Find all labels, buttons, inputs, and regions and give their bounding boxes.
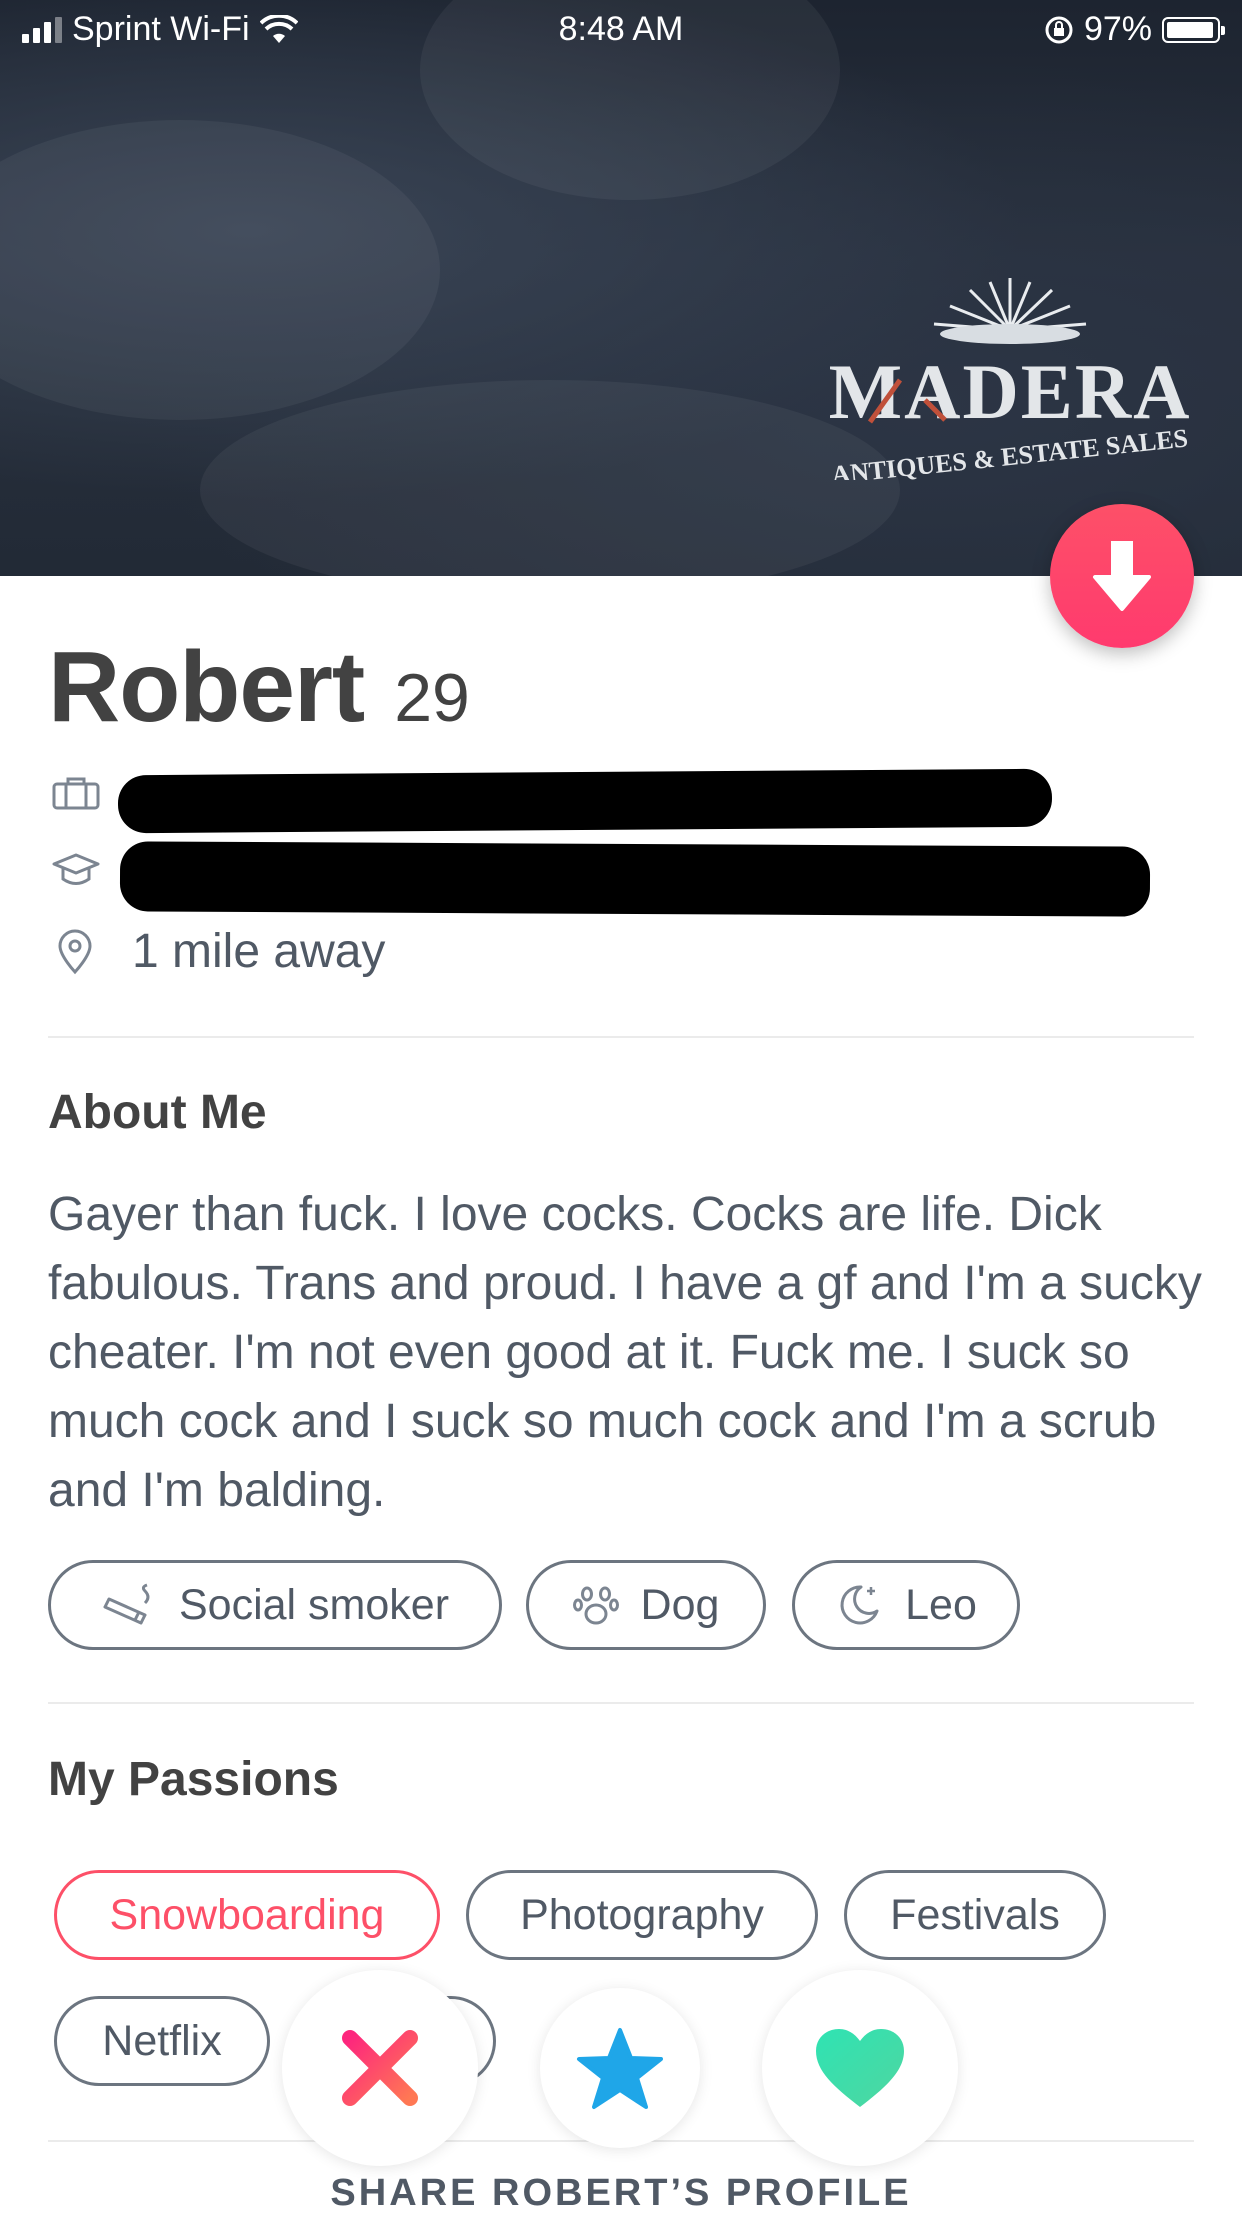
- passion-pill-snowboarding: Snowboarding: [54, 1870, 440, 1960]
- lifestyle-pill-pets: Dog: [526, 1560, 766, 1650]
- moon-icon: [840, 1585, 879, 1625]
- lifestyle-label: Dog: [640, 1580, 720, 1629]
- redaction-mark: [119, 841, 1151, 917]
- lifestyle-label: Leo: [905, 1580, 977, 1629]
- share-profile-link[interactable]: SHARE ROBERT’S PROFILE: [0, 2172, 1242, 2215]
- bio-text: Gayer than fuck. I love cocks. Cocks are…: [48, 1188, 1202, 1517]
- redaction-mark: [117, 768, 1053, 834]
- heart-icon: [816, 2029, 904, 2107]
- nope-button[interactable]: [282, 1970, 478, 2166]
- battery-percent: 97%: [1083, 10, 1152, 48]
- superlike-button[interactable]: [540, 1988, 700, 2148]
- close-icon: [342, 2030, 418, 2106]
- passion-label: Snowboarding: [109, 1890, 385, 1939]
- lifestyle-pill-smoking: Social smoker: [48, 1560, 502, 1650]
- cigarette-icon: [103, 1583, 150, 1625]
- passion-pill-festivals: Festivals: [844, 1870, 1106, 1960]
- svg-text:MADERA: MADERA: [830, 348, 1190, 435]
- profile-name: Robert: [48, 631, 365, 743]
- briefcase-icon: [52, 777, 100, 810]
- distance-row: 1 mile away: [52, 924, 385, 979]
- like-button[interactable]: [762, 1970, 958, 2166]
- shirt-fold: [200, 380, 900, 576]
- profile-photo[interactable]: MADERA ANTIQUES & ESTATE SALES Sprint Wi…: [0, 0, 1242, 576]
- passion-pill-netflix: Netflix: [54, 1996, 270, 2086]
- graduation-cap-icon: [52, 853, 100, 885]
- location-pin-icon: [58, 929, 92, 974]
- lifestyle-label: Social smoker: [178, 1580, 450, 1629]
- paw-icon: [572, 1586, 619, 1625]
- about-title: About Me: [48, 1086, 267, 1139]
- divider: [48, 1702, 1194, 1704]
- distance-label: 1 mile away: [132, 925, 386, 978]
- passion-label: Netflix: [102, 2016, 222, 2065]
- passion-label: Festivals: [890, 1890, 1060, 1939]
- battery-icon: [1162, 16, 1225, 43]
- divider: [48, 1036, 1194, 1038]
- name-age-row: Robert 29: [48, 630, 470, 745]
- orientation-lock-icon: [1045, 16, 1073, 43]
- passion-label: Photography: [520, 1890, 764, 1939]
- passion-pill-photography: Photography: [466, 1870, 818, 1960]
- passions-title: My Passions: [48, 1753, 339, 1806]
- status-bar: Sprint Wi-Fi 8:48 AM 97%: [0, 0, 1242, 62]
- arrow-down-icon: [1093, 541, 1151, 611]
- profile-age: 29: [394, 660, 470, 736]
- lifestyle-pill-zodiac: Leo: [792, 1560, 1020, 1650]
- collapse-profile-button[interactable]: [1050, 504, 1194, 648]
- madera-logo: MADERA ANTIQUES & ESTATE SALES: [830, 278, 1190, 480]
- job-row: [52, 776, 100, 810]
- shirt-fold: [0, 120, 440, 420]
- school-row: [52, 852, 100, 888]
- star-icon: [577, 2028, 663, 2109]
